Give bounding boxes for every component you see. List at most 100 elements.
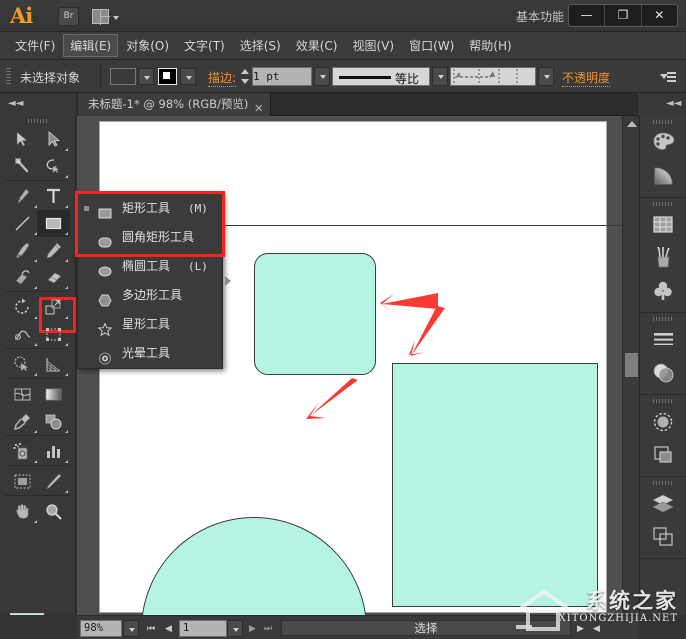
close-button[interactable]: ✕ bbox=[642, 5, 677, 26]
zoom-tool[interactable] bbox=[37, 498, 70, 525]
hand-tool[interactable] bbox=[6, 498, 39, 525]
swatches-panel-icon[interactable] bbox=[640, 209, 686, 242]
zoom-level-dropdown[interactable] bbox=[123, 620, 139, 637]
flyout-item-star[interactable]: 星形工具 bbox=[78, 310, 222, 339]
stroke-profile-dropdown[interactable] bbox=[432, 67, 448, 86]
menu-window[interactable]: 窗口(W) bbox=[402, 34, 461, 57]
menu-effect[interactable]: 效果(C) bbox=[289, 34, 345, 57]
dock-group-grip[interactable] bbox=[653, 120, 673, 124]
menu-file[interactable]: 文件(F) bbox=[8, 34, 62, 57]
brushes-panel-icon[interactable] bbox=[640, 242, 686, 275]
left-dock-collapse[interactable]: ◄◄ bbox=[0, 93, 76, 116]
direct-selection-tool[interactable] bbox=[37, 126, 70, 153]
opacity-label[interactable]: 不透明度 bbox=[562, 69, 611, 87]
status-prev-arrow[interactable]: ◀ bbox=[593, 624, 600, 634]
minimize-button[interactable]: — bbox=[569, 5, 606, 26]
page-number-input[interactable]: 1 bbox=[179, 620, 227, 637]
fill-color-swatch[interactable] bbox=[110, 68, 136, 85]
pen-tool[interactable] bbox=[6, 183, 39, 210]
menu-edit[interactable]: 编辑(E) bbox=[63, 34, 119, 57]
right-dock-collapse[interactable]: ◄◄ bbox=[638, 93, 686, 116]
stroke-weight-dropdown[interactable] bbox=[314, 67, 330, 86]
next-page-button[interactable]: ▶ bbox=[249, 624, 256, 634]
scale-tool[interactable] bbox=[37, 294, 70, 321]
zoom-level-input[interactable]: 98% bbox=[80, 620, 122, 637]
workspace-switcher-label[interactable]: 基本功能 bbox=[516, 8, 564, 25]
last-page-button[interactable]: ⏭ bbox=[264, 624, 272, 634]
menu-select[interactable]: 选择(S) bbox=[233, 34, 288, 57]
bridge-button[interactable]: Br bbox=[58, 7, 79, 26]
dock-group-grip[interactable] bbox=[653, 202, 673, 206]
control-bar-grip[interactable] bbox=[6, 68, 11, 85]
pencil-tool[interactable] bbox=[37, 237, 70, 264]
mesh-tool[interactable] bbox=[6, 381, 39, 408]
eyedropper-tool[interactable] bbox=[6, 408, 39, 435]
first-page-button[interactable]: ⏮ bbox=[147, 624, 155, 634]
brush-definition-dropdown[interactable] bbox=[538, 67, 554, 86]
status-menu-arrow[interactable]: ▶ bbox=[577, 624, 584, 634]
rotate-tool[interactable] bbox=[6, 294, 39, 321]
arrange-documents-button[interactable] bbox=[92, 7, 123, 26]
gradient-panel-icon[interactable] bbox=[640, 160, 686, 193]
stroke-panel-icon[interactable] bbox=[640, 324, 686, 357]
ellipse-icon bbox=[98, 260, 112, 277]
page-number-dropdown[interactable] bbox=[227, 620, 243, 637]
menu-type[interactable]: 文字(T) bbox=[177, 34, 232, 57]
stroke-weight-input[interactable]: 1 pt bbox=[252, 67, 312, 86]
transparency-panel-icon[interactable] bbox=[640, 357, 686, 390]
canvas-vertical-scrollbar[interactable] bbox=[622, 116, 639, 615]
color-panel-icon[interactable] bbox=[640, 127, 686, 160]
divider bbox=[5, 435, 69, 436]
column-graph-tool[interactable] bbox=[37, 438, 70, 465]
document-tab[interactable]: 未标题-1* @ 98% (RGB/预览) ✕ bbox=[78, 93, 272, 116]
menu-help[interactable]: 帮助(H) bbox=[462, 34, 518, 57]
eraser-tool[interactable] bbox=[37, 264, 70, 291]
dock-group-grip[interactable] bbox=[653, 481, 673, 485]
stroke-profile-select[interactable]: 等比 bbox=[332, 67, 430, 86]
blend-tool[interactable] bbox=[37, 408, 70, 435]
type-tool[interactable] bbox=[37, 183, 70, 210]
width-tool[interactable] bbox=[6, 321, 39, 348]
panel-menu-icon[interactable] bbox=[660, 72, 676, 83]
selection-tool[interactable] bbox=[6, 126, 39, 153]
stroke-weight-stepper[interactable] bbox=[240, 67, 250, 86]
fill-swatch-dropdown[interactable] bbox=[138, 68, 154, 85]
magic-wand-tool[interactable] bbox=[6, 153, 39, 180]
flyout-item-polygon[interactable]: 多边形工具 bbox=[78, 281, 222, 310]
scrollbar-thumb[interactable] bbox=[625, 353, 638, 377]
flyout-item-flare[interactable]: 光晕工具 bbox=[78, 339, 222, 368]
status-text[interactable]: 选择 bbox=[281, 620, 571, 636]
appearance-panel-icon[interactable] bbox=[640, 406, 686, 439]
dock-group-grip[interactable] bbox=[653, 399, 673, 403]
lasso-tool[interactable] bbox=[37, 153, 70, 180]
ellipse-shape[interactable] bbox=[141, 517, 367, 615]
stroke-color-swatch[interactable] bbox=[158, 68, 177, 85]
graphic-styles-panel-icon[interactable] bbox=[640, 439, 686, 472]
layers-panel-icon[interactable] bbox=[640, 488, 686, 521]
stroke-swatch-dropdown[interactable] bbox=[180, 68, 196, 85]
paintbrush-tool[interactable] bbox=[6, 237, 39, 264]
menu-object[interactable]: 对象(O) bbox=[119, 34, 176, 57]
gradient-tool[interactable] bbox=[37, 381, 70, 408]
artboard-tool[interactable] bbox=[6, 468, 39, 495]
free-transform-tool[interactable] bbox=[37, 321, 70, 348]
symbols-panel-icon[interactable] bbox=[640, 275, 686, 308]
dock-group-grip[interactable] bbox=[653, 317, 673, 321]
symbol-sprayer-tool[interactable] bbox=[6, 438, 39, 465]
perspective-grid-tool[interactable] bbox=[37, 351, 70, 378]
stroke-weight-label[interactable]: 描边: bbox=[208, 69, 237, 87]
artboards-panel-icon[interactable] bbox=[640, 521, 686, 554]
slice-tool[interactable] bbox=[37, 468, 70, 495]
tools-panel-grip[interactable] bbox=[28, 119, 48, 123]
maximize-button[interactable]: ❐ bbox=[605, 5, 642, 26]
blob-brush-tool[interactable] bbox=[6, 264, 39, 291]
rectangle-tool[interactable] bbox=[37, 210, 70, 237]
line-segment-tool[interactable] bbox=[6, 210, 39, 237]
shape-builder-tool[interactable] bbox=[6, 351, 39, 378]
brush-definition-select[interactable] bbox=[450, 67, 536, 86]
previous-page-button[interactable]: ◀ bbox=[165, 624, 172, 634]
scroll-up-icon[interactable] bbox=[627, 121, 637, 127]
flyout-tearoff-arrow-icon[interactable] bbox=[225, 276, 231, 286]
menu-view[interactable]: 视图(V) bbox=[345, 34, 401, 57]
rectangle-shape[interactable] bbox=[392, 363, 598, 607]
